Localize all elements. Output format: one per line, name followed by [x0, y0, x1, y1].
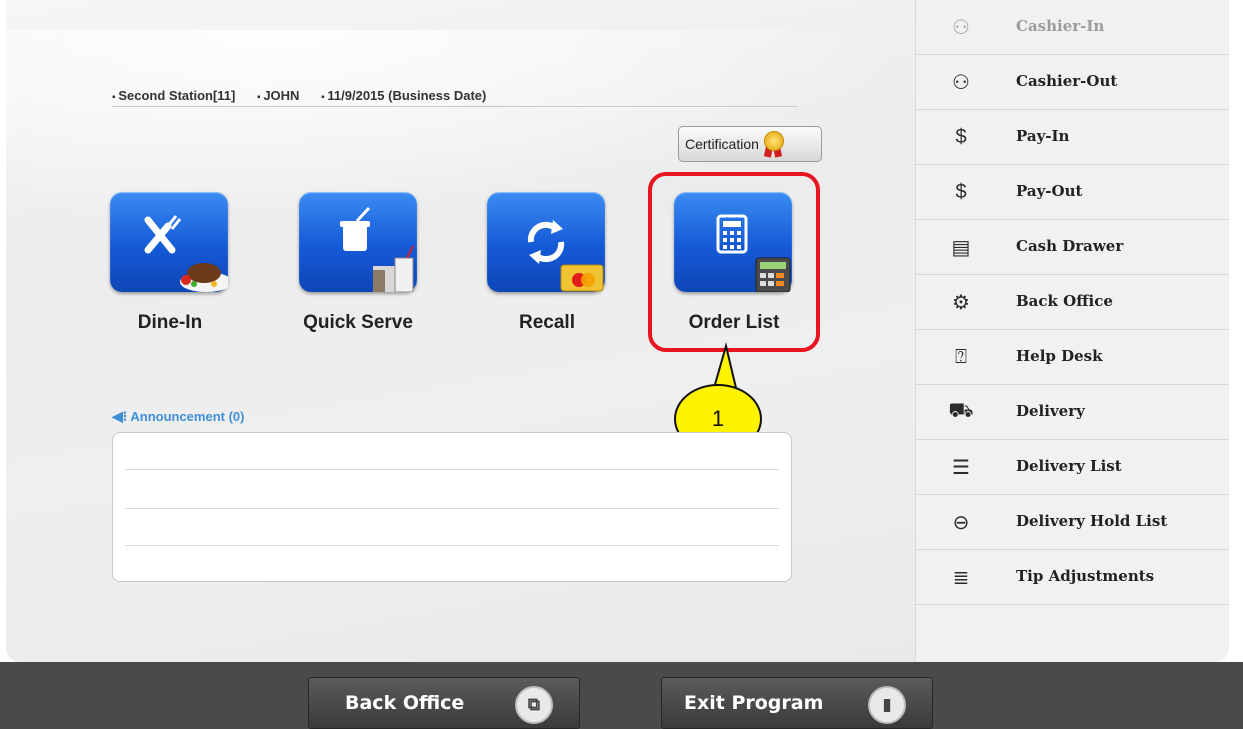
- quick-serve-label: Quick Serve: [303, 312, 413, 333]
- announcement-row-divider: [125, 469, 779, 470]
- sidebar-item-label: Delivery Hold List: [1016, 512, 1168, 530]
- speaker-icon: ◀⁝: [112, 408, 128, 424]
- function-sidebar: ⚇ Cashier-In ⚇ Cashier-Out $ Pay-In $ Pa…: [915, 0, 1229, 662]
- sidebar-item-cashier-in[interactable]: ⚇ Cashier-In: [916, 0, 1229, 55]
- highlight-box: [648, 172, 820, 352]
- gears-icon: ⚙: [952, 291, 970, 314]
- dine-in-label: Dine-In: [137, 312, 203, 333]
- sidebar-item-label: Cash Drawer: [1016, 237, 1124, 255]
- exit-program-button[interactable]: Exit Program ▮: [661, 677, 933, 729]
- info-divider: [112, 106, 798, 107]
- cash-drawer-icon: ▤: [951, 236, 971, 259]
- drink-cup-icon: [340, 206, 414, 292]
- sidebar-item-label: Delivery: [1016, 402, 1085, 420]
- cashier-in-icon: ⚇: [952, 16, 970, 39]
- sidebar-item-delivery-hold-list[interactable]: ⊖ Delivery Hold List: [916, 495, 1229, 550]
- sidebar-item-delivery-list[interactable]: ☰ Delivery List: [916, 440, 1229, 495]
- sidebar-item-label: Cashier-In: [1016, 17, 1105, 35]
- recall-tile[interactable]: [487, 192, 605, 292]
- quick-serve-tile[interactable]: [299, 192, 417, 292]
- sidebar-item-back-office[interactable]: ⚙ Back Office: [916, 275, 1229, 330]
- user-name: JOHN: [257, 88, 299, 103]
- sidebar-item-label: Cashier-Out: [1016, 72, 1118, 90]
- announcement-row-divider: [125, 508, 779, 509]
- announcement-row-divider: [125, 545, 779, 546]
- fork-knife-icon: [144, 215, 228, 292]
- cashier-out-icon: ⚇: [952, 71, 970, 94]
- pay-in-icon: $: [955, 125, 967, 148]
- sidebar-item-label: Back Office: [1016, 292, 1113, 310]
- sidebar-item-pay-out[interactable]: $ Pay-Out: [916, 165, 1229, 220]
- delivery-hold-icon: ⊖: [952, 511, 970, 534]
- delivery-list-icon: ☰: [952, 456, 970, 479]
- medal-icon: [762, 131, 784, 158]
- certification-label: Certification: [685, 136, 759, 152]
- sidebar-item-label: Tip Adjustments: [1016, 567, 1155, 585]
- tip-adjust-icon: ≣: [952, 566, 970, 589]
- back-office-button[interactable]: Back Office ⧉: [308, 677, 580, 729]
- sidebar-item-label: Help Desk: [1016, 347, 1103, 365]
- announcement-title: Announcement (0): [130, 409, 245, 424]
- sidebar-item-delivery[interactable]: ⛟ Delivery: [916, 385, 1229, 440]
- sidebar-item-label: Pay-In: [1016, 127, 1070, 145]
- announcement-list: [112, 432, 792, 582]
- help-desk-icon: ⍰: [955, 345, 967, 368]
- dine-in-tile[interactable]: [110, 192, 228, 292]
- sidebar-item-pay-in[interactable]: $ Pay-In: [916, 110, 1229, 165]
- back-office-button-label: Back Office: [345, 692, 465, 714]
- recall-label: Recall: [519, 312, 575, 333]
- sidebar-item-label: Delivery List: [1016, 457, 1122, 475]
- pos-main-screen: Second Station[11] JOHN 11/9/2015 (Busin…: [0, 0, 1243, 729]
- session-info-bar: Second Station[11] JOHN 11/9/2015 (Busin…: [112, 88, 504, 103]
- business-date: 11/9/2015 (Business Date): [321, 88, 486, 103]
- sidebar-item-help-desk[interactable]: ⍰ Help Desk: [916, 330, 1229, 385]
- monitor-icon: ⧉: [515, 686, 553, 724]
- sidebar-item-cashier-out[interactable]: ⚇ Cashier-Out: [916, 55, 1229, 110]
- sidebar-item-label: Pay-Out: [1016, 182, 1083, 200]
- sidebar-item-tip-adjustments[interactable]: ≣ Tip Adjustments: [916, 550, 1229, 605]
- bottom-bar: [0, 662, 1243, 729]
- recall-arrows-icon: [527, 220, 604, 292]
- exit-door-icon: ▮: [868, 686, 906, 724]
- announcement-header: ◀⁝ Announcement (0): [112, 408, 244, 425]
- delivery-truck-icon: ⛟: [948, 399, 974, 422]
- certification-button[interactable]: Certification: [678, 126, 822, 162]
- exit-program-button-label: Exit Program: [684, 692, 824, 714]
- pay-out-icon: $: [955, 180, 967, 203]
- station-name: Second Station[11]: [112, 88, 235, 103]
- sidebar-item-cash-drawer[interactable]: ▤ Cash Drawer: [916, 220, 1229, 275]
